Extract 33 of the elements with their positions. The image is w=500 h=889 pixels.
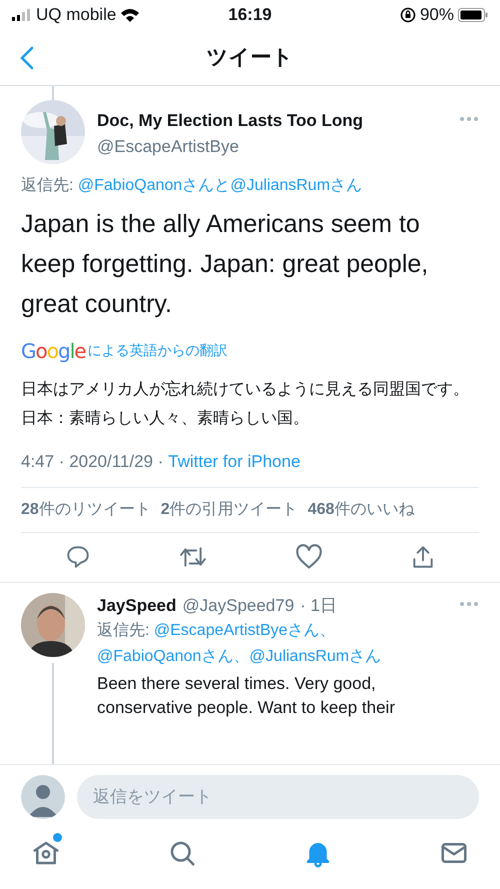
mention-link[interactable]: @EscapeArtistByeさん、 (154, 618, 336, 644)
display-name[interactable]: Doc, My Election Lasts Too Long (97, 108, 364, 134)
mention-link[interactable]: @FabioQanonさん、@JuliansRumさん (97, 644, 382, 670)
reply-label: 返信先: (21, 176, 74, 196)
battery-percent: 90% (420, 4, 454, 26)
back-icon (20, 46, 34, 70)
carrier-name: UQ mobile (36, 4, 116, 26)
stat-link[interactable]: 2件の引用ツイート (160, 498, 298, 522)
rotation-lock-icon (400, 7, 416, 23)
wifi-icon (120, 8, 140, 22)
reply-text: Been there several times. Very good, conservative people. Want to keep their (97, 673, 396, 719)
clock-time: 16:19 (228, 4, 272, 26)
display-name[interactable]: JaySpeed (97, 592, 176, 618)
stat-link[interactable]: 28件のリツイート (21, 498, 151, 522)
tweet-age: · 1日 (300, 594, 338, 616)
signal-icon (12, 9, 32, 21)
google-logo: Google (21, 341, 86, 361)
page-title: ツイート (206, 44, 294, 71)
avatar-icon (21, 775, 65, 819)
mention-link[interactable]: @FabioQanonさんと@JuliansRumさん (78, 174, 362, 198)
reply-label: 返信先: (97, 620, 150, 641)
tweet-timestamp: 4:47 · 2020/11/29 · (21, 451, 164, 473)
reply-icon[interactable] (64, 544, 90, 570)
translation-link[interactable]: による英語からの翻訳 (88, 340, 228, 361)
heart-icon[interactable] (294, 544, 322, 570)
user-handle[interactable]: @EscapeArtistBye (97, 134, 479, 159)
reply-input[interactable]: 返信をツイート (77, 775, 479, 819)
stat-link[interactable]: 468件のいいね (308, 498, 414, 522)
user-handle[interactable]: @JaySpeed79 (182, 592, 294, 618)
translated-text: 日本はアメリカ人が忘れ続けているように見える同盟国です。日本：素晴らしい人々、素晴らしい国。 (21, 379, 470, 429)
battery-icon (458, 8, 488, 22)
tweet-text: Japan is the ally Americans seem to keep forgetting. Japan: great people, great country. (21, 209, 430, 320)
source-link[interactable]: Twitter for iPhone (168, 449, 300, 474)
